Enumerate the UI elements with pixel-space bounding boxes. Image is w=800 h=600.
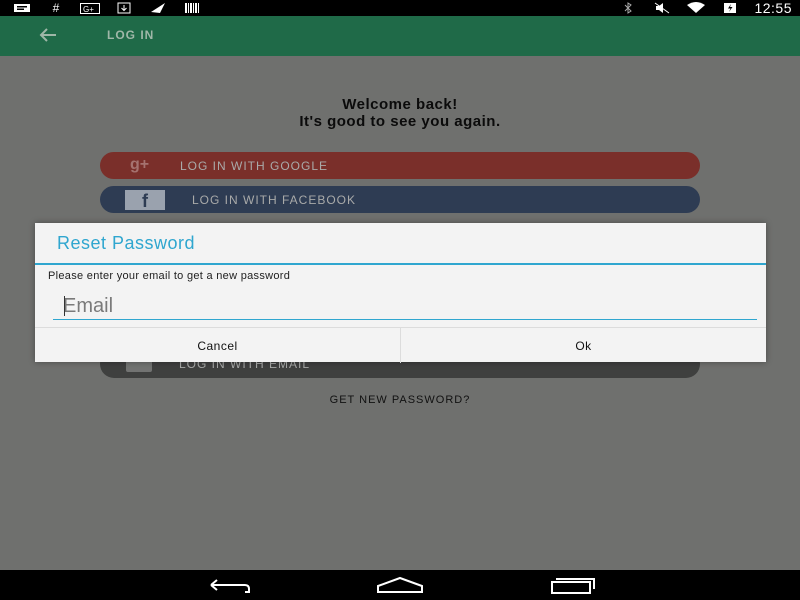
welcome-line1: Welcome back! — [342, 96, 458, 113]
get-new-password-link[interactable]: GET NEW PASSWORD? — [0, 394, 800, 406]
back-icon[interactable] — [205, 576, 253, 594]
bluetooth-icon — [618, 2, 638, 14]
dialog-message: Please enter your email to get a new pas… — [48, 270, 291, 282]
google-plus-icon: g+ — [130, 156, 150, 173]
wifi-icon — [686, 2, 706, 14]
mute-icon — [652, 2, 672, 14]
status-time: 12:55 — [754, 0, 792, 16]
welcome-message: Welcome back! It's good to see you again… — [0, 96, 800, 130]
navigation-bar — [0, 570, 800, 600]
battery-icon — [720, 2, 740, 14]
google-login-label: LOG IN WITH GOOGLE — [180, 159, 329, 173]
email-input[interactable] — [53, 293, 757, 320]
back-arrow-icon[interactable] — [36, 23, 60, 47]
reset-password-dialog: Reset Password Please enter your email t… — [35, 223, 766, 363]
cancel-button[interactable]: Cancel — [35, 328, 400, 363]
dialog-actions: Cancel Ok — [35, 327, 766, 363]
text-cursor — [64, 296, 65, 316]
hash-icon: # — [52, 1, 60, 15]
welcome-line2: It's good to see you again. — [299, 113, 501, 130]
recent-apps-icon[interactable] — [548, 576, 596, 594]
home-icon[interactable] — [376, 576, 424, 594]
google-plus-icon: G+ — [80, 2, 100, 14]
status-icons-right: 12:55 — [618, 0, 792, 16]
barcode-icon — [182, 2, 202, 14]
send-icon — [148, 2, 168, 14]
facebook-login-button[interactable]: f LOG IN WITH FACEBOOK — [100, 186, 700, 213]
ok-button[interactable]: Ok — [401, 328, 766, 363]
status-bar: # G+ 12:55 — [0, 0, 800, 16]
app-bar: LOG IN — [0, 16, 800, 56]
facebook-login-label: LOG IN WITH FACEBOOK — [192, 193, 357, 207]
svg-text:G+: G+ — [83, 5, 94, 14]
dialog-divider — [35, 263, 766, 265]
status-icons-left: # G+ — [12, 0, 202, 16]
download-icon — [114, 2, 134, 14]
google-login-button[interactable]: g+ LOG IN WITH GOOGLE — [100, 152, 700, 179]
dialog-title: Reset Password — [57, 233, 196, 253]
facebook-icon: f — [125, 190, 165, 211]
page-title: LOG IN — [107, 28, 155, 42]
message-icon — [12, 2, 32, 14]
